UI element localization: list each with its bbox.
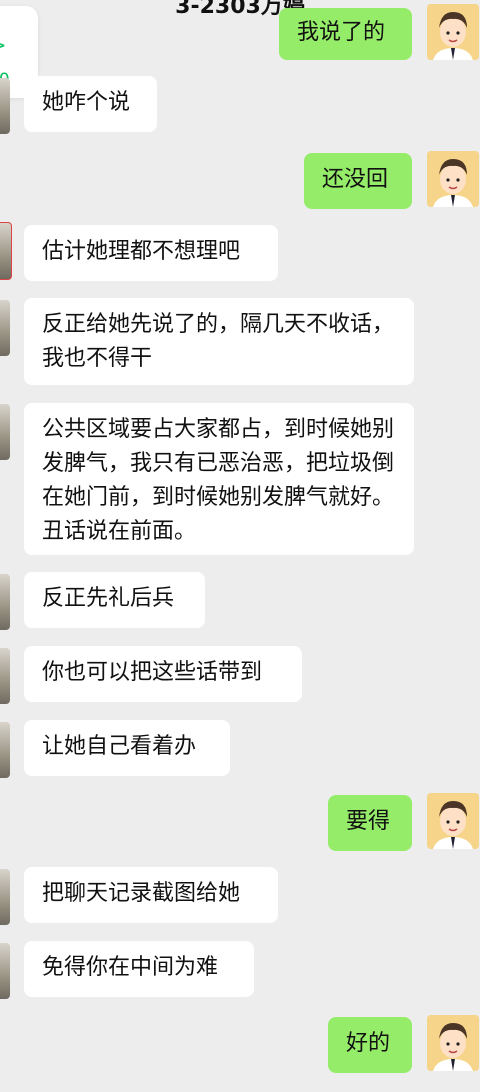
message-bubble-other[interactable]: 免得你在中间为难 <box>24 941 254 997</box>
message-text: 反正给她先说了的，隔几天不收话，我也不得干 <box>42 312 395 371</box>
message-bubble-other[interactable]: 公共区域要占大家都占，到时候她别发脾气，我只有已恶治恶，把垃圾倒在她门前，到时候… <box>24 403 414 555</box>
message-text: 要得 <box>346 809 391 834</box>
message-text: 反正先礼后兵 <box>42 586 175 611</box>
user-avatar-icon <box>427 1015 479 1071</box>
message-text: 她咋个说 <box>42 90 131 115</box>
message-bubble-self[interactable]: 我说了的 <box>279 8 412 60</box>
message-bubble-self[interactable]: 要得 <box>328 795 412 851</box>
avatar[interactable] <box>0 574 10 630</box>
message-text: 把聊天记录截图给她 <box>42 881 241 906</box>
user-avatar-icon <box>427 793 479 849</box>
avatar[interactable] <box>427 151 479 207</box>
avatar[interactable] <box>427 793 479 849</box>
message-bubble-other[interactable]: 你也可以把这些话带到 <box>24 646 302 702</box>
message-bubble-other[interactable]: 估计她理都不想理吧 <box>24 225 278 281</box>
message-bubble-other[interactable]: 让她自己看着办 <box>24 720 230 776</box>
avatar[interactable] <box>0 943 10 999</box>
message-bubble-other[interactable]: 反正先礼后兵 <box>24 572 205 628</box>
avatar[interactable] <box>0 300 10 356</box>
avatar[interactable] <box>0 404 10 460</box>
message-text: 公共区域要占大家都占，到时候她别发脾气，我只有已恶治恶，把垃圾倒在她门前，到时候… <box>42 417 395 544</box>
avatar[interactable] <box>427 4 479 60</box>
avatar[interactable] <box>0 78 10 134</box>
chevron-right-icon: > <box>0 38 6 54</box>
message-bubble-other[interactable]: 把聊天记录截图给她 <box>24 867 278 923</box>
message-text: 估计她理都不想理吧 <box>42 239 241 264</box>
avatar[interactable] <box>0 869 10 925</box>
avatar[interactable] <box>0 648 10 704</box>
avatar[interactable] <box>0 722 10 778</box>
avatar[interactable] <box>0 222 12 280</box>
message-bubble-self[interactable]: 好的 <box>328 1017 412 1073</box>
message-bubble-other[interactable]: 她咋个说 <box>24 76 157 132</box>
user-avatar-icon <box>427 151 479 207</box>
avatar[interactable] <box>427 1015 479 1071</box>
message-text: 我说了的 <box>297 20 386 45</box>
message-text: 你也可以把这些话带到 <box>42 660 263 685</box>
message-bubble-other[interactable]: 反正给她先说了的，隔几天不收话，我也不得干 <box>24 298 414 385</box>
message-text: 让她自己看着办 <box>42 734 197 759</box>
message-text: 免得你在中间为难 <box>42 955 219 980</box>
user-avatar-icon <box>427 4 479 60</box>
message-text: 好的 <box>346 1031 391 1056</box>
message-bubble-self[interactable]: 还没回 <box>304 153 412 209</box>
message-text: 还没回 <box>322 167 389 192</box>
